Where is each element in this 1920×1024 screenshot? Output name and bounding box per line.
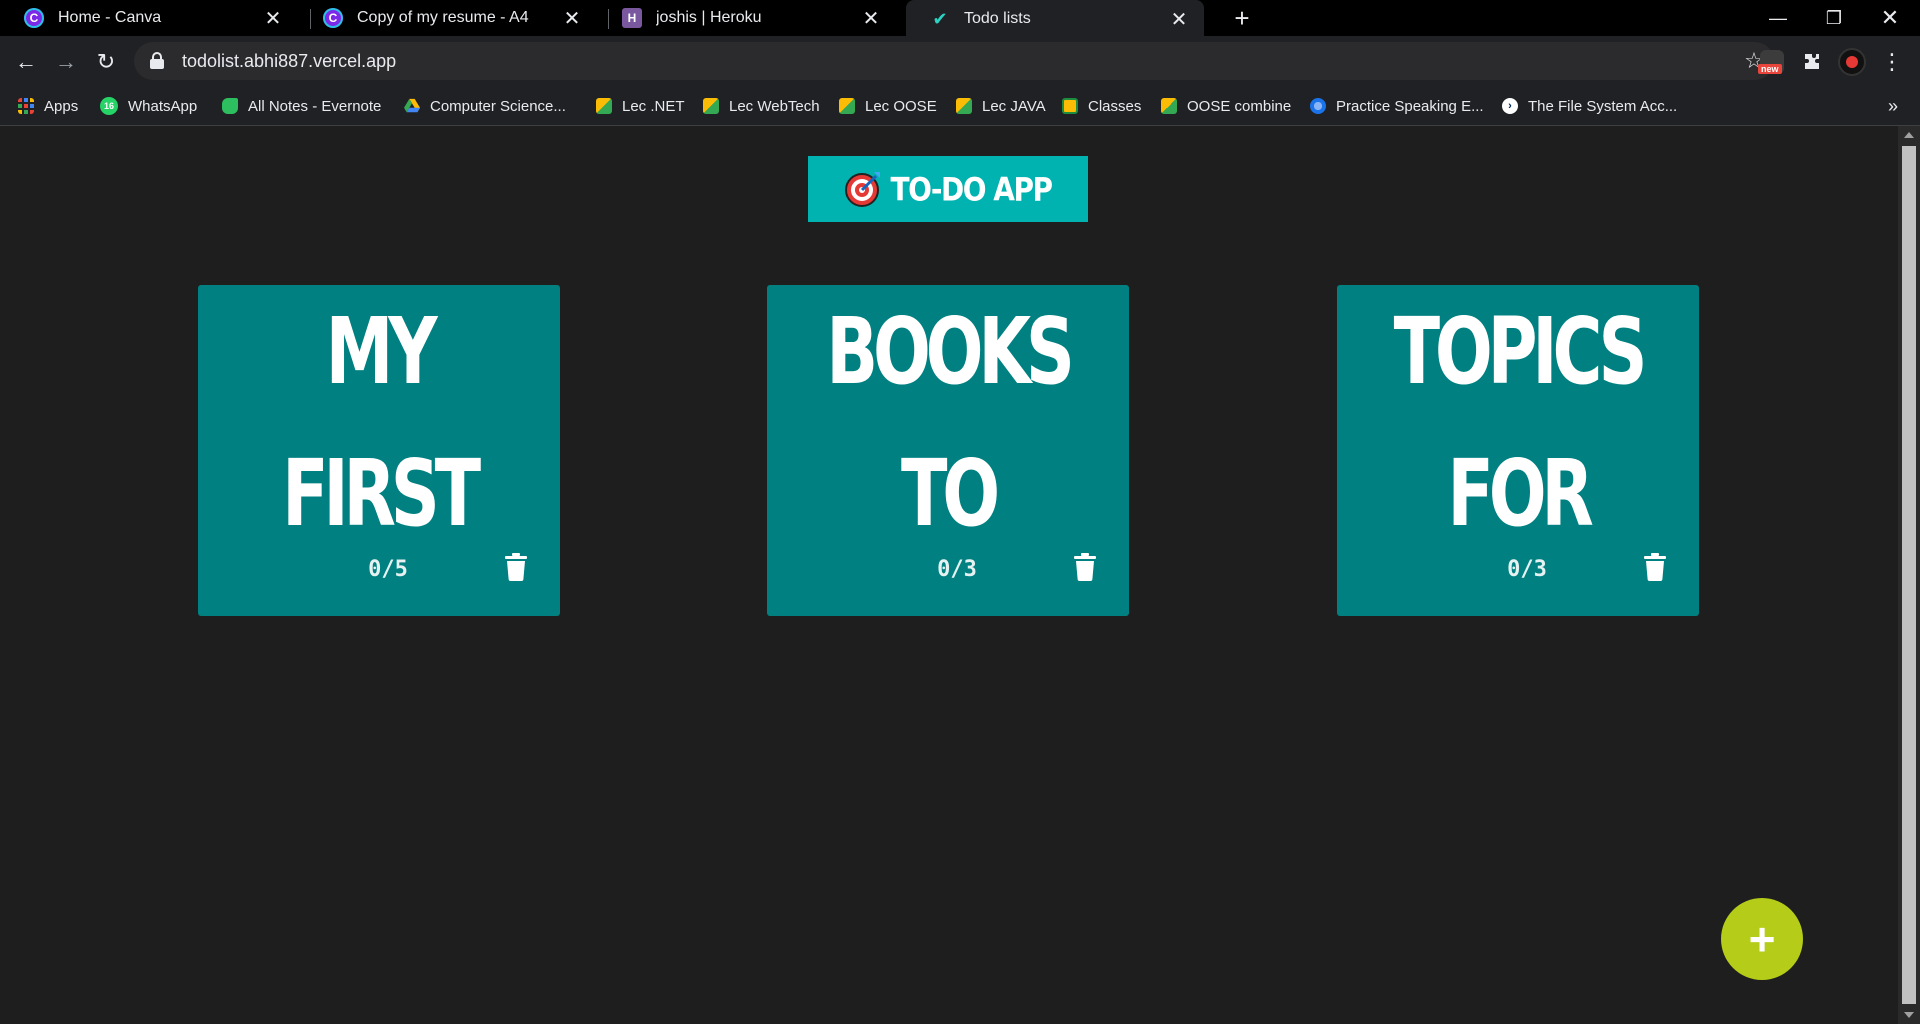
close-icon[interactable]: ✕ [557,6,587,31]
meet-icon [956,98,972,114]
list-card-title[interactable]: MY FIRST LIST [245,281,513,531]
trash-icon[interactable] [504,553,528,581]
meet-icon [703,98,719,114]
window-close-button[interactable]: ✕ [1862,0,1918,36]
canva-icon: C [323,8,343,28]
close-icon[interactable]: ✕ [1164,7,1194,32]
list-card-topics-for[interactable]: TOPICS FOR 0/3 [1337,285,1699,616]
page-scrollbar[interactable] [1898,126,1920,1024]
bookmark-label: The File System Acc... [1528,97,1678,115]
bookmark-label: WhatsApp [128,97,198,115]
page-viewport: TO-DO APP MY FIRST LIST 0/5 BOOKS TO REA… [0,126,1898,1024]
browser-tab-strip: C Home - Canva ✕ C Copy of my resume - A… [0,0,1920,38]
meet-icon [1161,98,1177,114]
tab-title: Todo lists [964,10,1031,27]
add-list-button[interactable]: + [1721,898,1803,980]
scroll-down-arrow-icon[interactable] [1904,1012,1914,1018]
canva-icon: C [24,8,44,28]
bookmark-file-system[interactable]: › The File System Acc... [1502,86,1677,126]
bookmark-practice-speaking[interactable]: Practice Speaking E... [1310,86,1484,126]
bookmark-lec-oose[interactable]: Lec OOSE [839,86,937,126]
bookmark-label: OOSE combine [1187,97,1292,115]
whatsapp-icon: 16 [100,97,118,115]
scroll-up-arrow-icon[interactable] [1904,132,1914,138]
list-card-progress: 0/3 [1507,557,1547,582]
bookmark-computer-science[interactable]: Computer Science... [404,86,566,126]
bookmark-whatsapp[interactable]: 16 WhatsApp [100,86,197,126]
minimize-button[interactable]: — [1750,0,1806,36]
app-header: TO-DO APP [808,156,1088,222]
bookmark-label: Practice Speaking E... [1336,97,1484,115]
meet-icon [839,98,855,114]
extension-new-button[interactable]: new [1754,44,1790,80]
bookmark-label: Classes [1088,97,1142,115]
tab-copy-of-my-resume[interactable]: C Copy of my resume - A4 ✕ [299,0,597,36]
bookmark-label: Lec .NET [622,97,685,115]
app-title: TO-DO APP [890,170,1053,208]
bookmarks-bar: Apps 16 WhatsApp All Notes - Evernote Co… [0,86,1920,126]
todo-check-icon: ✔ [932,8,948,29]
back-button[interactable]: ← [8,44,44,80]
list-card-title-text: MY FIRST LIST [282,298,481,531]
tab-title: joshis | Heroku [656,9,762,26]
restore-button[interactable]: ❐ [1806,0,1862,36]
bookmarks-overflow-button[interactable]: » [1888,86,1898,126]
lock-icon[interactable] [150,52,164,70]
new-tab-button[interactable]: + [1222,0,1262,36]
powershell-icon: › [1502,98,1518,114]
apps-grid-icon [18,98,34,114]
bookmark-classes[interactable]: Classes [1062,86,1141,126]
tab-title: Home - Canva [58,9,162,26]
globe-icon [1310,98,1326,114]
bookmark-label: Computer Science... [430,97,566,115]
google-drive-icon [404,98,420,113]
close-icon[interactable]: ✕ [258,6,288,31]
bookmark-label: Lec OOSE [865,97,937,115]
scrollbar-thumb[interactable] [1902,146,1916,1004]
bookmark-lec-java[interactable]: Lec JAVA [956,86,1046,126]
list-card-books-to-read[interactable]: BOOKS TO READ 0/3 [767,285,1129,616]
list-card-title[interactable]: TOPICS FOR [1384,281,1652,531]
extensions-puzzle-button[interactable] [1794,44,1830,80]
tab-joshis-heroku[interactable]: H joshis | Heroku ✕ [598,0,896,36]
bookmark-label: All Notes - Evernote [248,97,382,115]
tab-todo-lists[interactable]: ✔ Todo lists ✕ [906,0,1204,38]
bookmark-label: Lec JAVA [982,97,1046,115]
bookmark-evernote[interactable]: All Notes - Evernote [222,86,381,126]
close-icon[interactable]: ✕ [856,6,886,31]
profile-extension-button[interactable] [1834,44,1870,80]
bookmark-lec-webtech[interactable]: Lec WebTech [703,86,820,126]
meet-icon [596,98,612,114]
list-card-title[interactable]: BOOKS TO READ [814,281,1082,531]
bookmark-label: Apps [44,97,79,115]
classroom-icon [1062,98,1078,114]
tab-title: Copy of my resume - A4 [357,9,529,26]
bookmark-apps[interactable]: Apps [18,86,78,126]
bookmark-oose-combine[interactable]: OOSE combine [1161,86,1291,126]
evernote-icon [222,98,238,114]
trash-icon[interactable] [1643,553,1667,581]
url-text[interactable]: todolist.abhi887.vercel.app [182,51,1734,72]
target-dart-icon [845,172,881,207]
address-bar[interactable]: todolist.abhi887.vercel.app ☆ [134,42,1774,80]
heroku-icon: H [622,8,642,28]
puzzle-icon [1805,54,1819,69]
list-card-title-text: TOPICS FOR [1393,298,1648,531]
list-card-progress: 0/5 [368,557,408,582]
forward-button[interactable]: → [48,44,84,80]
list-card-my-first-list[interactable]: MY FIRST LIST 0/5 [198,285,560,616]
tab-home-canva[interactable]: C Home - Canva ✕ [0,0,298,36]
list-card-progress: 0/3 [937,557,977,582]
apple-extension-icon [1838,48,1866,76]
chrome-menu-button[interactable]: ⋮ [1874,44,1910,80]
trash-icon[interactable] [1073,553,1097,581]
bookmark-lec-net[interactable]: Lec .NET [596,86,685,126]
extension-badge: new [1758,64,1782,74]
list-card-title-text: BOOKS TO READ [826,298,1075,531]
browser-toolbar: ← → ↻ todolist.abhi887.vercel.app ☆ new … [0,36,1920,86]
reload-button[interactable]: ↻ [88,44,124,80]
bookmark-label: Lec WebTech [729,97,820,115]
